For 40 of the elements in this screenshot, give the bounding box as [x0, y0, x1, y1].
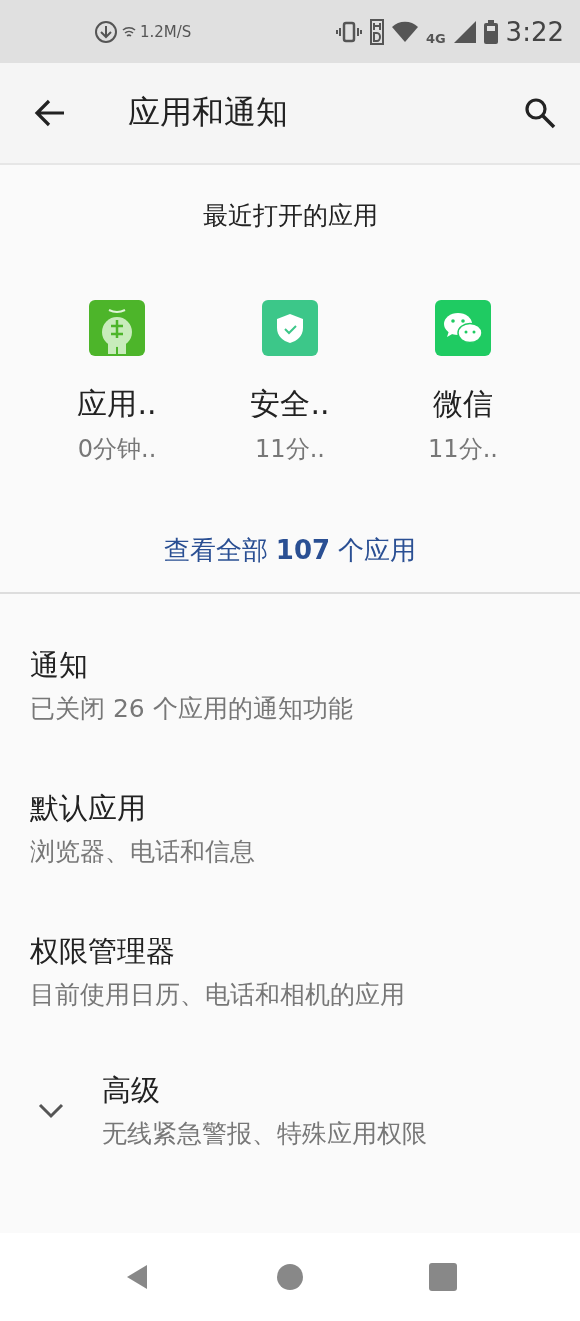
- item-summary: 已关闭 26 个应用的通知功能: [30, 693, 353, 725]
- signal-icon: [453, 20, 476, 43]
- chevron-down-icon: [38, 1102, 64, 1119]
- app-last-used: 11分..: [428, 434, 498, 465]
- item-title: 高级: [102, 1072, 161, 1109]
- hd-icon: [369, 18, 384, 45]
- clock-time: 3:22: [505, 16, 564, 47]
- see-all-apps-link[interactable]: 查看全部 107 个应用: [163, 533, 417, 568]
- home-nav-button[interactable]: [276, 1263, 304, 1291]
- section-title: 最近打开的应用: [202, 200, 378, 232]
- network-speed: 1.2M/S: [140, 22, 192, 41]
- item-summary: 无线紧急警报、特殊应用权限: [102, 1118, 427, 1150]
- recent-app-item[interactable]: 应用.. 0分钟..: [42, 300, 192, 465]
- back-button[interactable]: [34, 99, 66, 127]
- search-button[interactable]: [524, 97, 556, 129]
- robot-app-icon: [89, 300, 145, 356]
- app-name: 应用..: [77, 385, 157, 423]
- wifi-icon: [391, 20, 418, 43]
- app-last-used: 0分钟..: [77, 434, 157, 465]
- item-title: 默认应用: [30, 790, 147, 827]
- settings-item[interactable]: 通知 已关闭 26 个应用的通知功能: [0, 626, 580, 769]
- chat-app-icon: [435, 300, 491, 356]
- shield-app-icon: [262, 300, 318, 356]
- item-summary: 目前使用日历、电话和相机的应用: [30, 979, 405, 1011]
- item-title: 通知: [30, 647, 89, 684]
- item-summary: 浏览器、电话和信息: [30, 836, 255, 868]
- network-type: 4G: [425, 30, 446, 46]
- recent-app-item[interactable]: 微信 11分..: [388, 300, 538, 465]
- wifi-icon: [122, 24, 136, 39]
- download-icon: [94, 19, 118, 44]
- app-last-used: 11分..: [255, 434, 325, 465]
- page-title: 应用和通知: [128, 92, 288, 133]
- recents-nav-button[interactable]: [429, 1263, 458, 1291]
- app-name: 微信: [433, 385, 493, 423]
- recent-app-item[interactable]: 安全.. 11分..: [215, 300, 365, 465]
- battery-icon: [483, 19, 498, 44]
- item-title: 权限管理器: [30, 933, 176, 970]
- vibrate-icon: [335, 20, 362, 43]
- settings-item[interactable]: 默认应用 浏览器、电话和信息: [0, 769, 580, 912]
- app-name: 安全..: [250, 385, 330, 423]
